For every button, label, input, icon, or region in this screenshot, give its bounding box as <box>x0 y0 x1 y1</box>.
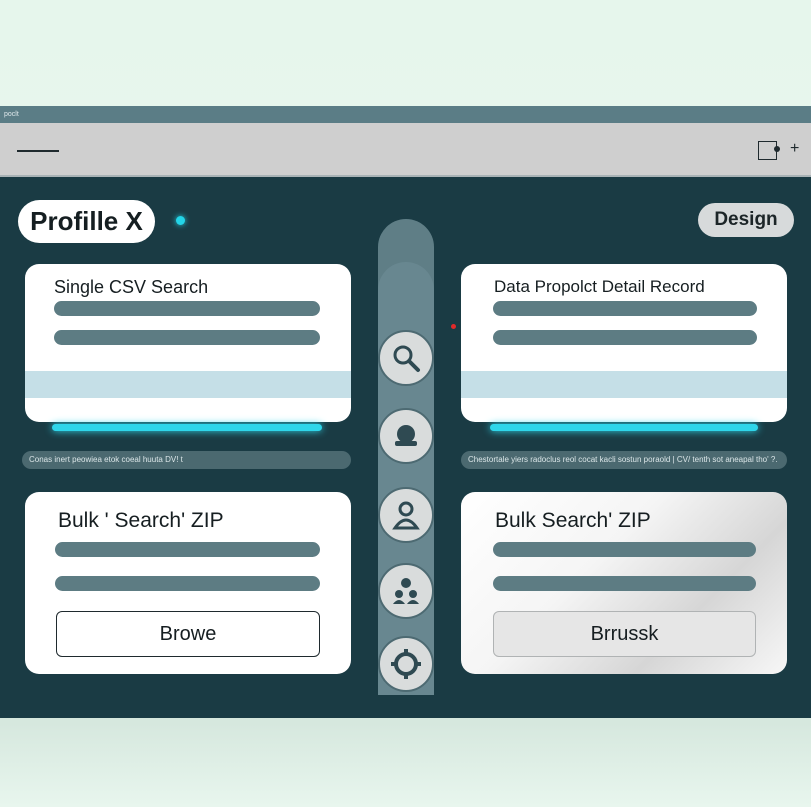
menu-icon[interactable] <box>17 150 59 152</box>
search-icon[interactable] <box>378 330 434 386</box>
window-title: poclt <box>4 111 19 118</box>
browse-button[interactable]: Browe <box>56 611 320 657</box>
input-field[interactable] <box>493 301 757 316</box>
input-field[interactable] <box>54 330 320 345</box>
highlight-stripe <box>461 371 787 398</box>
card-title: Data Propolct Detail Record <box>494 277 705 296</box>
card-title: Bulk Search' ZIP <box>495 509 651 532</box>
bulk-search-zip-card: Bulk ' Search' ZIP Browe <box>25 492 351 674</box>
browse-button-label: Browe <box>159 622 217 645</box>
profile-label[interactable]: Profille X <box>18 200 155 243</box>
users-icon[interactable] <box>378 563 434 619</box>
status-indicator-icon <box>176 216 185 225</box>
caption-bar: Chestortale yiers radoclus reol cocat ka… <box>461 451 787 469</box>
single-csv-search-card: Single CSV Search <box>25 264 351 422</box>
toolbar: + <box>0 123 811 177</box>
window-dot <box>774 146 780 152</box>
bulk-search-zip-card: Bulk Search' ZIP Brrussk <box>461 492 787 674</box>
highlight-stripe <box>25 371 351 398</box>
card-title: Bulk ' Search' ZIP <box>58 509 224 532</box>
input-field[interactable] <box>54 301 320 316</box>
input-field[interactable] <box>55 576 320 591</box>
accent-glow-bar <box>52 424 322 431</box>
profile-label-text: Profille X <box>30 206 143 236</box>
input-field[interactable] <box>493 542 756 557</box>
plus-icon[interactable]: + <box>790 139 799 159</box>
user-icon[interactable] <box>378 487 434 543</box>
card-title: Single CSV Search <box>54 277 209 297</box>
browse-button[interactable]: Brrussk <box>493 611 756 657</box>
input-field[interactable] <box>55 542 320 557</box>
data-record-card: Data Propolct Detail Record <box>461 264 787 422</box>
window-title-bar: poclt <box>0 106 811 123</box>
accent-glow-bar <box>490 424 758 431</box>
caption-bar: Conas inert peowiea etok coeal huuta DV!… <box>22 451 351 469</box>
settings-icon[interactable] <box>378 636 434 692</box>
alert-dot-icon <box>451 324 456 329</box>
bottom-background <box>0 718 811 807</box>
design-button-label: Design <box>714 209 778 230</box>
nav-rail-inner <box>378 262 434 695</box>
input-field[interactable] <box>493 576 756 591</box>
input-field[interactable] <box>493 330 757 345</box>
design-button[interactable]: Design <box>698 203 794 237</box>
cloud-icon[interactable] <box>378 408 434 464</box>
browse-button-label: Brrussk <box>590 622 659 645</box>
caption-text: Conas inert peowiea etok coeal huuta DV!… <box>29 455 183 464</box>
caption-text: Chestortale yiers radoclus reol cocat ka… <box>468 455 778 464</box>
window-icon[interactable] <box>758 141 780 160</box>
